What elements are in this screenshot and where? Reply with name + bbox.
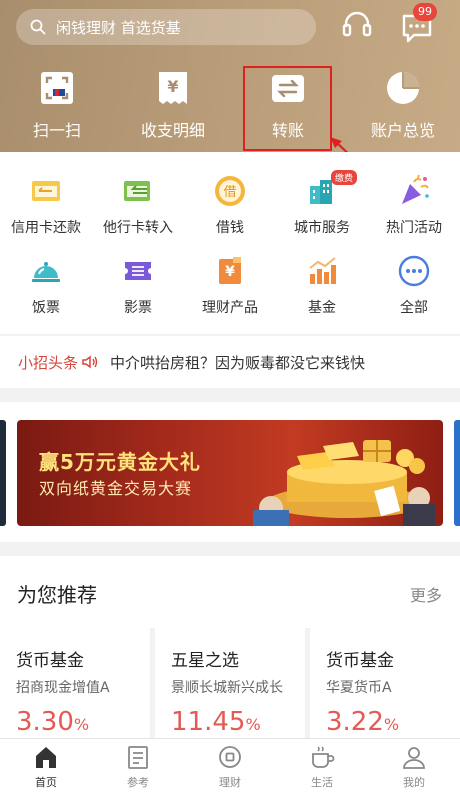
fund-rate: 11.45% — [171, 707, 261, 737]
service-grid: 信用卡还款 他行卡转入 借 借钱 缴费 城市服务 热门活动 饭票 影票 ¥ 理财… — [0, 152, 460, 334]
service-label: 热门活动 — [386, 220, 442, 236]
service-all[interactable]: 全部 — [368, 254, 460, 317]
statement-label: 收支明细 — [140, 121, 205, 140]
banner-prev-peek — [0, 420, 6, 526]
recommend-more-link[interactable]: 更多 — [410, 582, 442, 606]
speaker-icon — [82, 355, 98, 369]
coffee-icon — [312, 746, 335, 768]
credit-card-icon — [32, 181, 60, 201]
card-transfer-in-icon — [124, 181, 150, 201]
service-label: 理财产品 — [202, 300, 258, 316]
fund-card[interactable]: 货币基金 华夏货币A 3.22% — [310, 628, 460, 738]
tab-home[interactable]: 首页 — [0, 744, 92, 790]
city-service-tag: 缴费 — [331, 170, 358, 185]
recommend-title: 为您推荐 — [17, 583, 97, 607]
recommend-cards: 货币基金 招商现金增值A 3.30% 五星之选 景顺长城新兴成长 11.45% … — [0, 628, 460, 738]
tab-label: 理财 — [219, 776, 241, 789]
gold-contest-banner[interactable]: 赢5万元黄金大礼 双向纸黄金交易大赛 — [17, 420, 443, 526]
search-placeholder: 闲钱理财 首选货基 — [56, 18, 181, 37]
more-icon — [398, 255, 430, 287]
bar-chart-icon — [309, 257, 336, 284]
fund-name: 华夏货币A — [326, 680, 392, 696]
fund-rate: 3.30% — [16, 707, 90, 737]
headline-bar[interactable]: 小招头条 中介哄抬房租？因为贩毒都没它来钱快 — [0, 336, 460, 388]
fund-name: 景顺长城新兴成长 — [171, 680, 283, 696]
fund-category: 货币基金 — [16, 651, 84, 671]
tab-mine[interactable]: 我的 — [368, 744, 460, 790]
service-label: 影票 — [124, 300, 152, 316]
fund-card[interactable]: 货币基金 招商现金增值A 3.30% — [0, 628, 150, 738]
headset-icon[interactable] — [340, 8, 374, 42]
tab-label: 我的 — [403, 776, 425, 789]
svg-text:¥: ¥ — [167, 77, 178, 96]
gold-illustration-icon — [253, 440, 435, 526]
fund-category: 货币基金 — [326, 651, 394, 671]
service-movie-ticket[interactable]: 影票 — [92, 254, 184, 317]
search-icon — [30, 19, 46, 35]
fund-rate: 3.22% — [326, 707, 400, 737]
service-wealth-products[interactable]: ¥ 理财产品 — [184, 254, 276, 317]
banner-next-peek — [454, 420, 460, 526]
statement-button[interactable]: ¥ 收支明细 — [118, 70, 228, 141]
tab-reference[interactable]: 参考 — [92, 744, 184, 790]
ticket-icon — [125, 262, 151, 280]
tab-label: 生活 — [311, 776, 333, 789]
fund-name: 招商现金增值A — [16, 680, 110, 696]
service-city[interactable]: 缴费 城市服务 — [276, 170, 368, 237]
scan-button[interactable]: 扫一扫 — [2, 70, 112, 141]
meal-bell-icon — [32, 262, 60, 282]
header: 闲钱理财 首选货基 99 扫一扫 ¥ 收支明细 转账 账户总览 — [0, 0, 460, 152]
banner-title: 赢5万元黄金大礼 — [39, 450, 201, 474]
search-input[interactable]: 闲钱理财 首选货基 — [16, 9, 316, 45]
banner-subtitle: 双向纸黄金交易大赛 — [39, 479, 193, 498]
recommend-header: 为您推荐 更多 — [0, 556, 460, 628]
account-overview-label: 账户总览 — [370, 121, 435, 140]
receipt-icon: ¥ — [159, 72, 187, 104]
service-label: 他行卡转入 — [103, 220, 173, 236]
service-label: 城市服务 — [294, 220, 350, 236]
wealth-product-icon: ¥ — [219, 257, 241, 284]
banner-carousel[interactable]: 赢5万元黄金大礼 双向纸黄金交易大赛 — [0, 402, 460, 542]
pie-chart-icon — [387, 72, 419, 104]
service-label: 信用卡还款 — [11, 220, 81, 236]
fund-category: 五星之选 — [171, 651, 239, 671]
service-label: 全部 — [400, 300, 428, 316]
service-credit-card[interactable]: 信用卡还款 — [0, 174, 92, 237]
tab-label: 首页 — [35, 776, 57, 789]
tab-life[interactable]: 生活 — [276, 744, 368, 790]
service-hot-events[interactable]: 热门活动 — [368, 174, 460, 237]
service-fund[interactable]: 基金 — [276, 254, 368, 317]
tab-wealth[interactable]: 理财 — [184, 744, 276, 790]
party-popper-icon — [402, 174, 429, 204]
service-card-transfer-in[interactable]: 他行卡转入 — [92, 174, 184, 237]
transfer-highlight-box — [243, 66, 332, 151]
bottom-tab-bar: 首页 参考 理财 生活 我的 — [0, 738, 460, 792]
svg-text:借: 借 — [223, 185, 236, 200]
scan-label: 扫一扫 — [32, 121, 81, 140]
reference-icon — [128, 746, 148, 769]
service-label: 基金 — [308, 300, 336, 316]
headline-text: 中介哄抬房租？因为贩毒都没它来钱快 — [110, 353, 366, 372]
scan-icon — [41, 72, 73, 104]
headline-tag: 小招头条 — [18, 353, 79, 372]
home-icon — [36, 747, 56, 768]
fund-card[interactable]: 五星之选 景顺长城新兴成长 11.45% — [155, 628, 305, 738]
service-borrow[interactable]: 借 借钱 — [184, 174, 276, 237]
wealth-icon — [219, 746, 241, 768]
message-badge: 99 — [413, 3, 437, 21]
service-label: 借钱 — [216, 220, 244, 236]
account-overview-button[interactable]: 账户总览 — [348, 70, 458, 141]
tab-label: 参考 — [127, 776, 149, 789]
borrow-icon: 借 — [215, 176, 245, 206]
service-meal-ticket[interactable]: 饭票 — [0, 254, 92, 317]
user-icon — [403, 747, 425, 769]
service-label: 饭票 — [32, 300, 60, 316]
svg-text:¥: ¥ — [225, 264, 235, 280]
